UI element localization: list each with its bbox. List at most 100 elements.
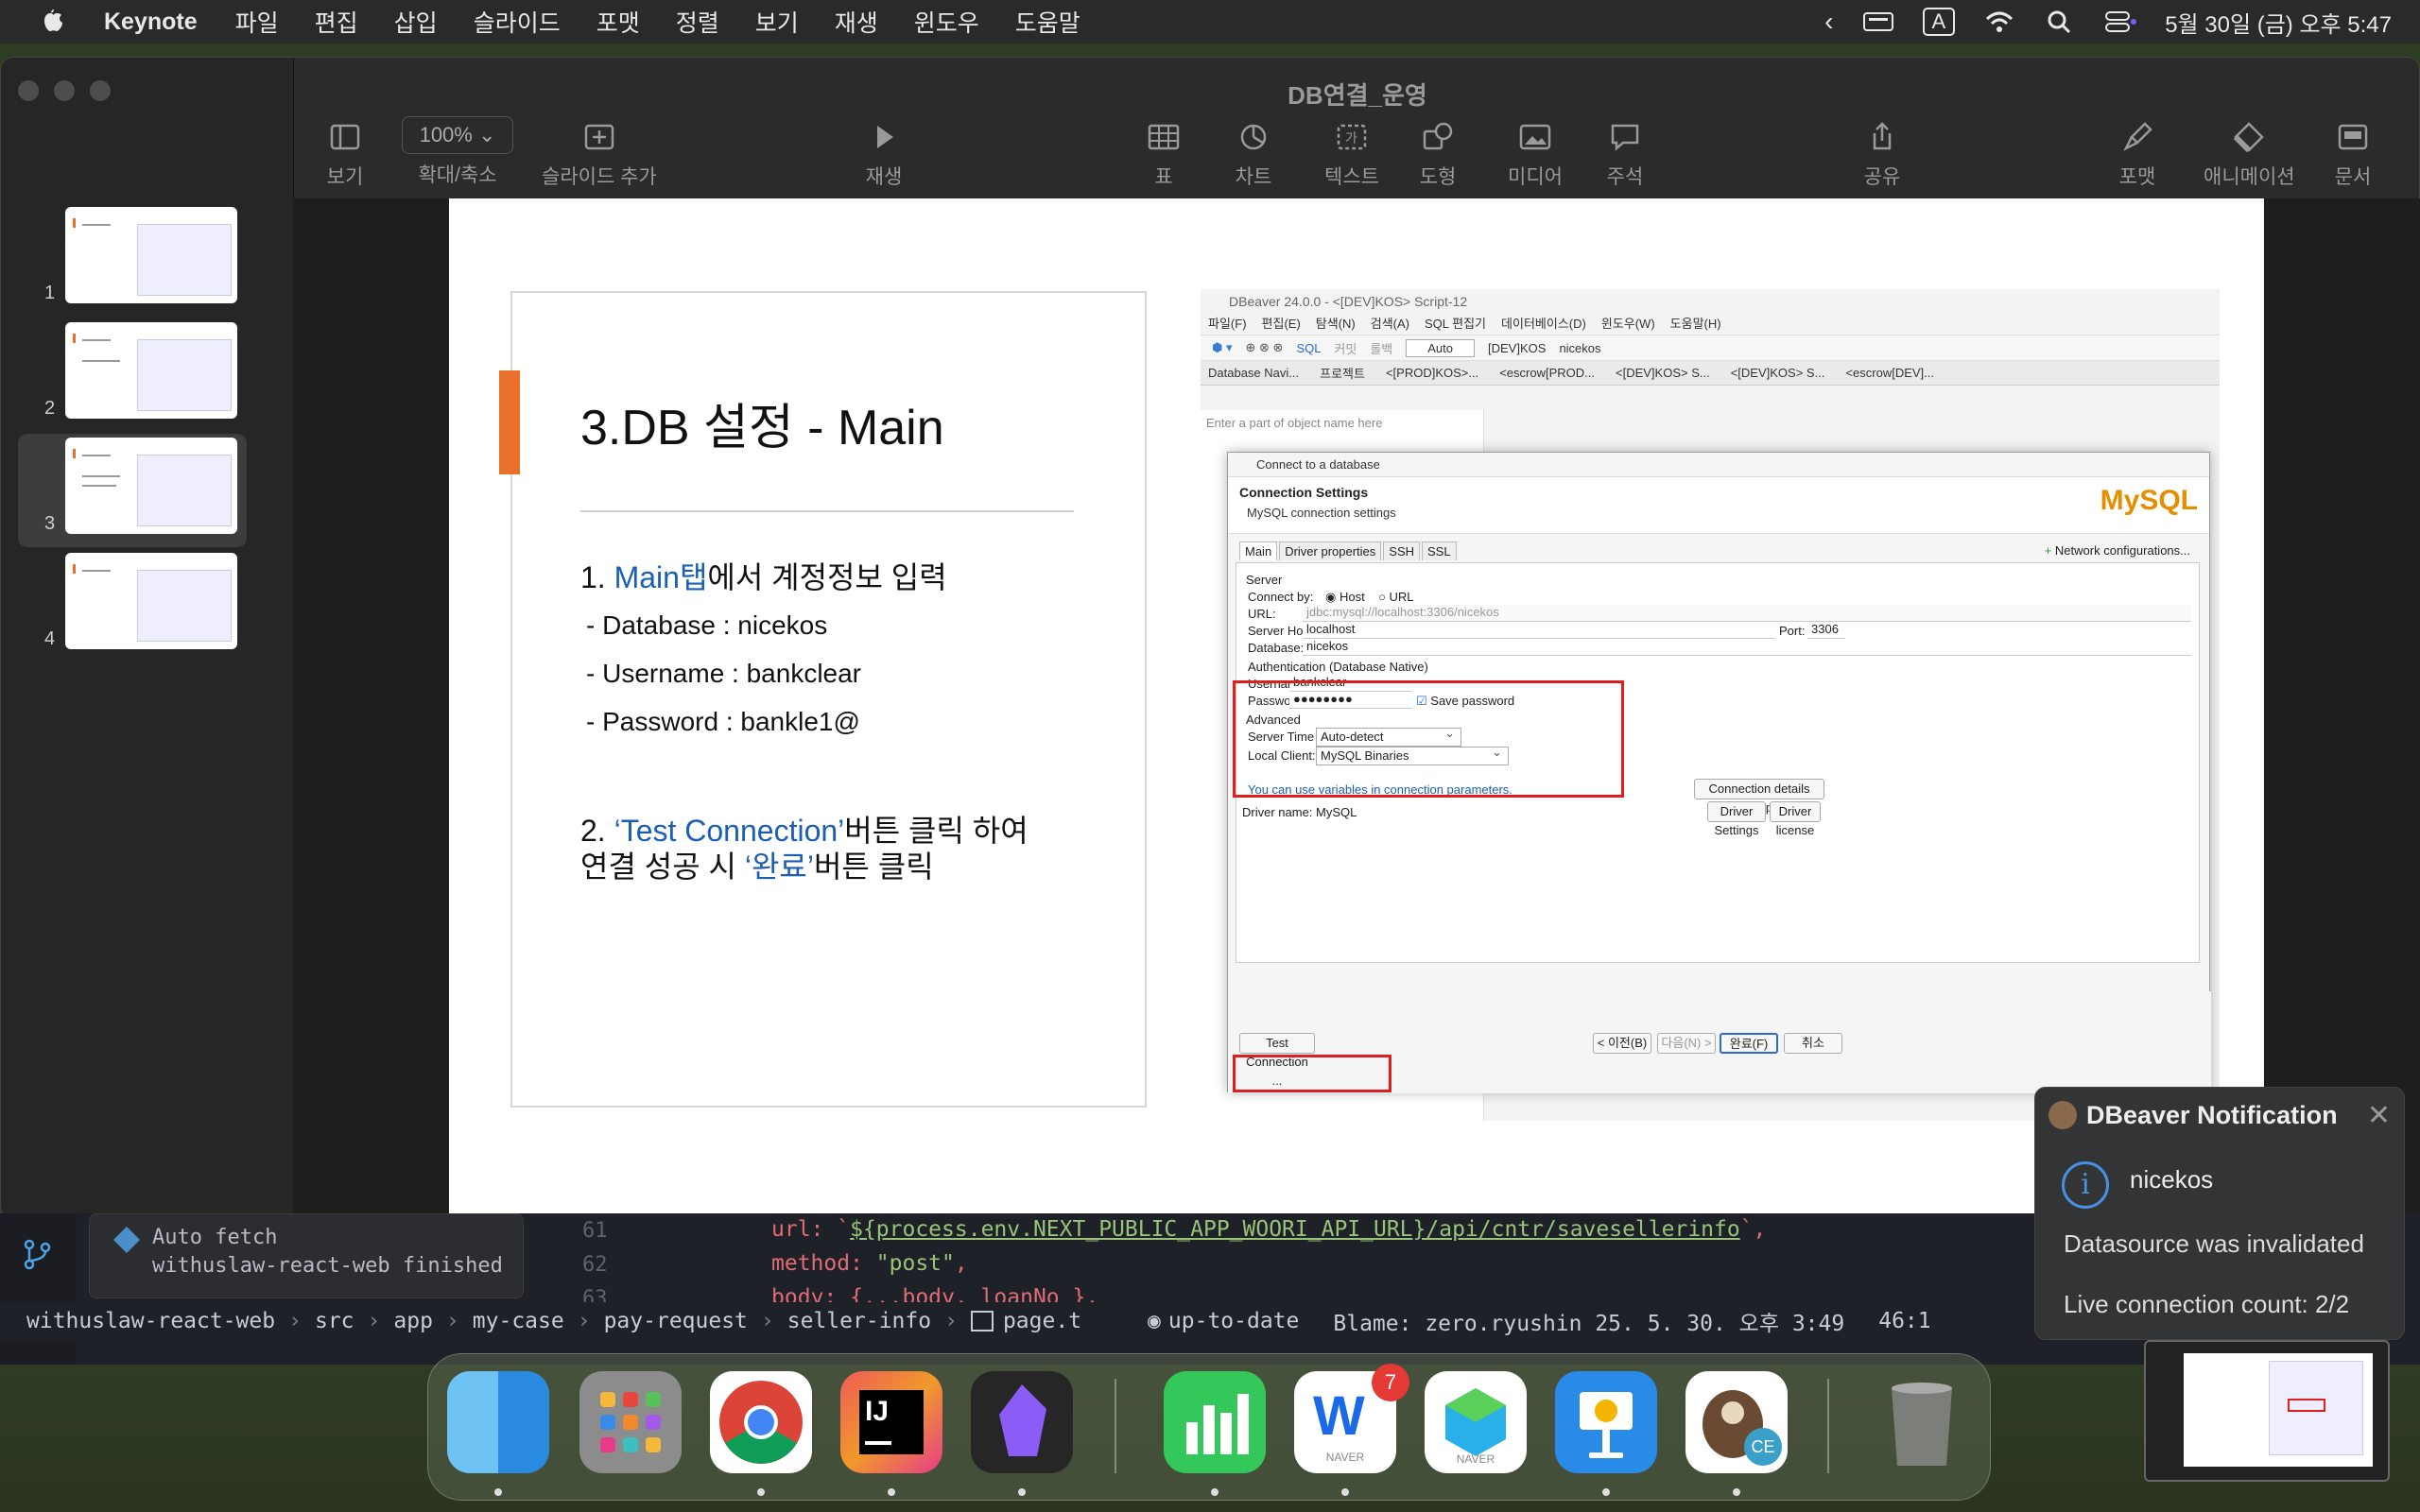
line-number: 61 <box>582 1219 608 1243</box>
trash-icon[interactable] <box>1871 1371 1973 1473</box>
shape-button[interactable]: 도형 <box>1419 120 1457 190</box>
menu-edit[interactable]: 편집 <box>315 5 358 39</box>
comment-button[interactable]: 주석 <box>1606 120 1644 190</box>
code-line-63[interactable]: body: {...body, loanNo }, <box>771 1285 1098 1302</box>
slide-step-2b[interactable]: 연결 성공 시 ‘완료’버튼 클릭 <box>580 843 934 886</box>
code-line-62[interactable]: method: "post", <box>771 1251 968 1276</box>
code-line-61[interactable]: url: `${process.env.NEXT_PUBLIC_APP_WOOR… <box>771 1217 1766 1242</box>
naver-works-icon[interactable]: NAVER <box>1425 1371 1527 1473</box>
vcs-status[interactable]: up-to-date <box>1168 1309 1299 1333</box>
menu-window[interactable]: 윈도우 <box>914 5 979 39</box>
dbeaver-icon[interactable]: CE <box>1685 1371 1788 1473</box>
dbeaver-title: DBeaver 24.0.0 - <[DEV]KOS> Script-12 <box>1201 289 2220 314</box>
menu-format[interactable]: 포맷 <box>596 5 640 39</box>
play-icon <box>865 120 903 154</box>
dbeaver-menu: 파일(F) 편집(E) 탐색(N) 검색(A) SQL 편집기 데이터베이스(D) 윈도우(… <box>1208 317 1721 331</box>
dbeaver-notification[interactable]: DBeaver Notification ✕ i nicekos Datasou… <box>2034 1087 2405 1340</box>
slide-thumbnail-3[interactable] <box>65 438 237 534</box>
test-connection-highlight-box <box>1233 1055 1392 1092</box>
slide-number: 2 <box>44 398 56 419</box>
keyboard-icon[interactable] <box>1862 9 1894 34</box>
launchpad-icon[interactable] <box>579 1371 682 1473</box>
breadcrumb-item[interactable]: src <box>315 1309 354 1333</box>
table-button[interactable]: 표 <box>1145 120 1183 190</box>
git-branch-icon[interactable] <box>21 1238 53 1270</box>
breadcrumb-item[interactable]: withuslaw-react-web <box>26 1309 275 1333</box>
menu-app-name[interactable]: Keynote <box>104 9 198 36</box>
menu-bar: Keynote 파일 편집 삽입 슬라이드 포맷 정렬 보기 재생 윈도우 도움… <box>0 0 2420 43</box>
slide-username-line[interactable]: - Username : bankclear <box>586 659 861 689</box>
slide-password-line[interactable]: - Password : bankle1@ <box>586 707 860 737</box>
slide-thumbnail-2[interactable] <box>65 322 237 419</box>
cursor-position[interactable]: 46:1 <box>1878 1309 1930 1333</box>
zoom-select[interactable]: 100% ⌄ <box>402 116 513 154</box>
slide-database-line[interactable]: - Database : nicekos <box>586 610 827 641</box>
animate-button[interactable]: 애니메이션 <box>2204 120 2295 190</box>
breadcrumb-item[interactable]: seller-info <box>787 1309 931 1333</box>
text-box-icon: 가 <box>1333 120 1371 154</box>
slide-thumbnail-4[interactable] <box>65 553 237 649</box>
breadcrumb-item[interactable]: app <box>393 1309 433 1333</box>
apple-icon[interactable] <box>38 8 66 36</box>
chevron-left-icon[interactable]: ‹ <box>1824 7 1833 37</box>
step-1-highlight: Main탭 <box>614 560 708 594</box>
photo-icon <box>1516 120 1554 154</box>
shape-icon <box>1419 120 1457 154</box>
menu-insert[interactable]: 삽입 <box>394 5 438 39</box>
menu-slide[interactable]: 슬라이드 <box>474 5 561 39</box>
dialog-tabs: Main Driver properties SSH SSL <box>1239 541 1459 560</box>
git-toast-message: withuslaw-react-web finished <box>152 1254 503 1278</box>
slide-step-1[interactable]: 1. Main탭에서 계정정보 입력 <box>580 554 947 597</box>
breadcrumb-item[interactable]: page.t <box>1003 1309 1081 1333</box>
close-icon[interactable]: ✕ <box>2367 1099 2391 1132</box>
close-window-button[interactable] <box>18 80 39 101</box>
control-center-icon[interactable] <box>2104 9 2137 34</box>
minimize-window-button[interactable] <box>54 80 75 101</box>
mysql-logo: MySQL <box>2100 485 2198 516</box>
text-button[interactable]: 가 텍스트 <box>1324 120 1379 190</box>
numbers-icon[interactable] <box>1164 1371 1266 1473</box>
document-icon <box>2334 120 2372 154</box>
document-title: DB연결_운영 <box>1288 81 1427 110</box>
keynote-icon[interactable] <box>1555 1371 1657 1473</box>
format-button[interactable]: 포맷 <box>2118 120 2156 190</box>
wifi-icon[interactable] <box>1983 9 2015 34</box>
play-button[interactable]: 재생 <box>865 120 903 190</box>
slide-title[interactable]: 3.DB 설정 - Main <box>580 387 944 458</box>
credentials-highlight-box <box>1233 680 1624 798</box>
input-source-indicator[interactable]: A <box>1922 8 1956 36</box>
menu-view[interactable]: 보기 <box>755 5 799 39</box>
view-button[interactable]: 보기 <box>326 120 364 190</box>
share-button[interactable]: 공유 <box>1863 120 1901 190</box>
breadcrumb-item[interactable]: pay-request <box>604 1309 748 1333</box>
menubar-clock[interactable]: 5월 30일 (금) 오후 5:47 <box>2165 6 2392 39</box>
obsidian-icon[interactable] <box>971 1371 1073 1473</box>
git-blame[interactable]: Blame: zero.ryushin 25. 5. 30. 오후 3:49 <box>1333 1305 1844 1337</box>
menu-arrange[interactable]: 정렬 <box>676 5 719 39</box>
paintbrush-icon <box>2118 120 2156 154</box>
dialog-title: Connect to a database <box>1228 453 2209 477</box>
add-slide-button[interactable]: 슬라이드 추가 <box>542 120 657 190</box>
chrome-icon[interactable] <box>710 1371 812 1473</box>
intellij-icon[interactable]: IJ <box>840 1371 942 1473</box>
title-divider <box>580 510 1074 512</box>
search-icon[interactable] <box>2044 9 2076 34</box>
keynote-toolbar: DB연결_운영 보기 100% ⌄ 확대/축소 슬라이드 추가 재생 표 차트 … <box>294 58 2419 199</box>
step-2b-highlight: ‘완료’ <box>744 850 814 884</box>
menu-play[interactable]: 재생 <box>835 5 878 39</box>
git-fetch-toast: Auto fetch withuslaw-react-web finished <box>89 1213 524 1298</box>
dbeaver-tabs: Database Navi... 프로젝트 <[PROD]KOS>... <escro… <box>1201 361 2220 386</box>
menu-file[interactable]: 파일 <box>235 5 279 39</box>
media-button[interactable]: 미디어 <box>1508 120 1563 190</box>
notification-count: Live connection count: 2/2 <box>2064 1290 2350 1318</box>
screenshot-preview-thumbnail[interactable] <box>2144 1340 2390 1482</box>
menu-help[interactable]: 도움말 <box>1015 5 1080 39</box>
breadcrumb-item[interactable]: my-case <box>473 1309 564 1333</box>
info-icon: i <box>2062 1161 2109 1209</box>
zoom-control[interactable]: 100% ⌄ 확대/축소 <box>402 116 513 188</box>
chart-button[interactable]: 차트 <box>1235 120 1272 190</box>
zoom-window-button[interactable] <box>90 80 111 101</box>
finder-icon[interactable] <box>447 1371 549 1473</box>
document-button[interactable]: 문서 <box>2334 120 2372 190</box>
slide-thumbnail-1[interactable] <box>65 207 237 303</box>
